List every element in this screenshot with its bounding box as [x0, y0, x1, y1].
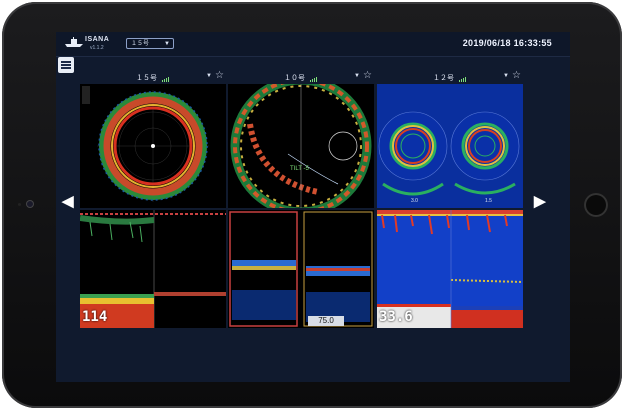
home-button[interactable]	[584, 193, 608, 217]
echogram-2[interactable]: 75.0	[228, 210, 374, 328]
star-icon[interactable]: ☆	[215, 70, 224, 81]
echogram-1[interactable]: 114	[80, 210, 226, 328]
echogram-3[interactable]: 33.6	[377, 210, 523, 328]
column-header-3: １２号 ▼ ☆	[377, 70, 523, 84]
column-title: １５号	[136, 75, 158, 82]
tablet-frame: ISANA v1.1.2 １５号 ▼ 2019/06/18 16:33:55 １…	[2, 2, 622, 408]
app-name: ISANA	[85, 36, 110, 43]
tilt-label: TILT -5	[290, 166, 309, 172]
top-bar: ISANA v1.1.2 １５号 ▼ 2019/06/18 16:33:55	[56, 32, 570, 57]
left-range-readout: 3.0	[411, 198, 418, 204]
star-icon[interactable]: ☆	[512, 70, 521, 81]
dropdown-arrow-icon[interactable]: ▼	[206, 73, 212, 79]
vessel-select[interactable]: １５号 ▼	[126, 38, 174, 49]
depth-readout: 75.0	[308, 316, 344, 326]
dropdown-arrow-icon[interactable]: ▼	[503, 73, 509, 79]
star-icon[interactable]: ☆	[363, 70, 372, 81]
column-title: １０号	[284, 75, 306, 82]
signal-bars-icon	[309, 75, 318, 82]
signal-bars-icon	[458, 75, 467, 82]
sonar-display-2[interactable]: TILT -5	[228, 84, 374, 208]
app-version: v1.1.2	[90, 45, 104, 51]
chevron-right-icon[interactable]: ▶	[534, 192, 546, 210]
dropdown-arrow-icon: ▼	[164, 41, 170, 47]
signal-bars-icon	[161, 75, 170, 82]
sonar-image	[82, 86, 209, 202]
app-screen: ISANA v1.1.2 １５号 ▼ 2019/06/18 16:33:55 １…	[56, 32, 570, 382]
vessel-select-value: １５号	[131, 41, 150, 47]
depth-readout: 114	[82, 309, 108, 325]
column-header-1: １５号 ▼ ☆	[80, 70, 226, 84]
sonar-display-3[interactable]: 3.0 1.5	[377, 84, 523, 208]
sensor	[18, 203, 21, 206]
dropdown-arrow-icon[interactable]: ▼	[354, 73, 360, 79]
sonar-display-1[interactable]	[80, 84, 226, 208]
sonar-image	[378, 111, 520, 196]
depth-readout: 33.6	[379, 309, 413, 325]
chevron-left-icon[interactable]: ◀	[62, 192, 74, 210]
hamburger-menu-icon[interactable]	[58, 57, 74, 73]
echogram-image	[229, 211, 373, 327]
front-camera	[26, 200, 34, 208]
column-title: １２号	[433, 75, 455, 82]
column-header-2: １０号 ▼ ☆	[228, 70, 374, 84]
right-range-readout: 1.5	[485, 198, 492, 204]
app-logo: ISANA v1.1.2	[64, 35, 112, 53]
datetime: 2019/06/18 16:33:55	[462, 38, 552, 48]
boat-logo-icon	[65, 37, 83, 47]
sonar-image	[230, 84, 372, 208]
